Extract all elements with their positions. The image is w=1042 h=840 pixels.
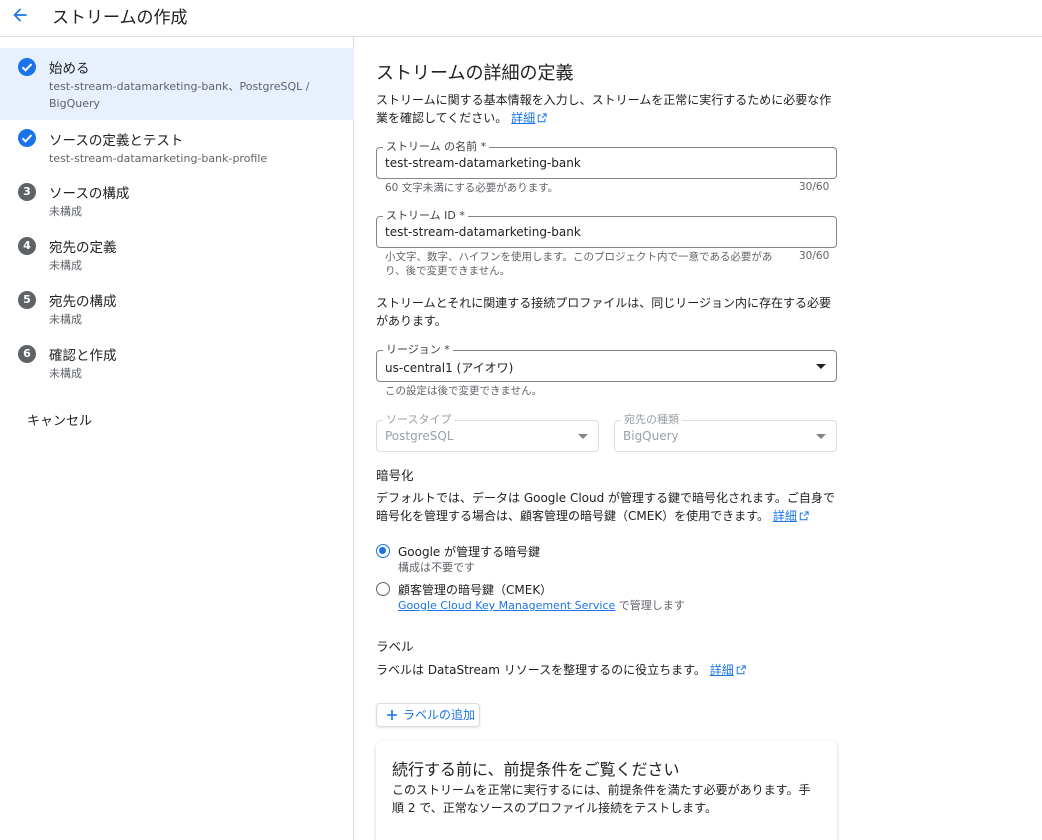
encryption-heading: 暗号化	[376, 468, 414, 483]
cmek-sub: Google Cloud Key Management Service で管理し…	[398, 599, 685, 612]
google-managed-key-sub: 構成は不要です	[398, 561, 475, 574]
plus-icon	[387, 710, 397, 720]
source-type-value: PostgreSQL	[385, 429, 454, 443]
top-bar: ストリームの作成	[0, 0, 1042, 37]
check-circle-icon	[18, 58, 36, 76]
step-get-started[interactable]: 始める test-stream-datamarketing-bank、Postg…	[0, 48, 354, 120]
stream-id-input[interactable]: test-stream-datamarketing-bank	[385, 225, 581, 239]
labels-heading: ラベル	[376, 639, 414, 654]
step-label: ソースの定義とテスト	[49, 133, 184, 149]
stream-id-counter: 30/60	[799, 250, 830, 262]
kms-link[interactable]: Google Cloud Key Management Service	[398, 599, 615, 612]
open-in-new-icon	[799, 511, 809, 521]
field-label: リージョン *	[383, 343, 453, 356]
prerequisites-card: 続行する前に、前提条件をご覧ください このストリームを正常に実行するには、前提条…	[376, 741, 837, 840]
prerequisites-title: 続行する前に、前提条件をご覧ください	[392, 760, 680, 779]
encryption-details-link[interactable]: 詳細	[773, 509, 797, 523]
region-select[interactable]: リージョン * us-central1 (アイオワ)	[376, 343, 837, 382]
details-link[interactable]: 詳細	[511, 111, 535, 125]
stream-name-hint: 60 文字未満にする必要があります。	[385, 182, 559, 194]
step-number-icon: 5	[17, 290, 37, 310]
cancel-button[interactable]: キャンセル	[27, 410, 92, 429]
dropdown-arrow-icon	[816, 364, 826, 369]
step-number-icon: 4	[17, 236, 37, 256]
destination-type-value: BigQuery	[623, 429, 679, 443]
stepper-sidebar: 始める test-stream-datamarketing-bank、Postg…	[0, 37, 354, 840]
page-title: ストリームの作成	[52, 8, 188, 28]
step-label: ソースの構成	[49, 186, 130, 202]
check-circle-icon	[18, 129, 36, 147]
step-define-source[interactable]: ソースの定義とテスト test-stream-datamarketing-ban…	[0, 127, 354, 167]
step-label: 宛先の定義	[49, 240, 117, 256]
stream-id-field[interactable]: ストリーム ID * test-stream-datamarketing-ban…	[376, 209, 837, 248]
step-configure-destination[interactable]: 5 宛先の構成 未構成	[0, 290, 354, 328]
step-label: 始める	[49, 61, 90, 77]
add-label-button[interactable]: ラベルの追加	[376, 703, 480, 727]
step-status: 未構成	[49, 259, 82, 272]
step-configure-source[interactable]: 3 ソースの構成 未構成	[0, 182, 354, 220]
region-hint: この設定は後で変更できません。	[385, 385, 543, 397]
step-number-icon: 3	[17, 182, 37, 202]
section-title: ストリームの詳細の定義	[376, 63, 574, 84]
stream-name-field[interactable]: ストリーム の名前 * test-stream-datamarketing-ba…	[376, 140, 837, 179]
step-status: 未構成	[49, 313, 82, 326]
cmek-label: 顧客管理の暗号鍵（CMEK）	[398, 583, 553, 597]
intro-text: ストリームに関する基本情報を入力し、ストリームを正常に実行するために必要な作業を…	[376, 93, 832, 125]
encryption-desc: デフォルトでは、データは Google Cloud が管理する鍵で暗号化されます…	[376, 491, 835, 523]
step-summary: test-stream-datamarketing-bank、PostgreSQ…	[49, 80, 310, 110]
region-note: ストリームとそれに関連する接続プロファイルは、同じリージョン内に存在する必要があ…	[376, 296, 832, 328]
step-number-icon: 6	[17, 344, 37, 364]
google-managed-key-radio[interactable]	[376, 544, 390, 558]
field-label: ストリーム ID *	[383, 209, 468, 222]
arrow-back-icon[interactable]	[10, 5, 30, 25]
prerequisites-body: このストリームを正常に実行するには、前提条件を満たす必要があります。手順 2 で…	[392, 783, 811, 815]
stream-name-counter: 30/60	[799, 181, 830, 193]
step-summary: test-stream-datamarketing-bank-profile	[49, 152, 268, 165]
labels-details-link[interactable]: 詳細	[710, 663, 734, 677]
open-in-new-icon	[537, 113, 547, 123]
step-review-create[interactable]: 6 確認と作成 未構成	[0, 344, 354, 382]
dropdown-arrow-icon	[578, 434, 588, 439]
stream-name-input[interactable]: test-stream-datamarketing-bank	[385, 156, 581, 170]
step-define-destination[interactable]: 4 宛先の定義 未構成	[0, 236, 354, 274]
google-managed-key-label: Google が管理する暗号鍵	[398, 545, 541, 559]
field-label: ソースタイプ	[383, 413, 455, 426]
dropdown-arrow-icon	[816, 434, 826, 439]
region-value: us-central1 (アイオワ)	[385, 361, 514, 375]
open-in-new-icon	[736, 665, 746, 675]
step-label: 宛先の構成	[49, 294, 117, 310]
field-label: ストリーム の名前 *	[383, 140, 490, 153]
step-status: 未構成	[49, 367, 82, 380]
stream-id-hint: 小文字、数字、ハイフンを使用します。このプロジェクト内で一意である必要があり、後…	[385, 251, 773, 277]
step-status: 未構成	[49, 205, 82, 218]
field-label: 宛先の種類	[621, 413, 682, 426]
destination-type-select: 宛先の種類 BigQuery	[614, 413, 837, 452]
source-type-select: ソースタイプ PostgreSQL	[376, 413, 599, 452]
step-label: 確認と作成	[49, 348, 117, 364]
cmek-radio[interactable]	[376, 582, 390, 596]
labels-desc: ラベルは DataStream リソースを整理するのに役立ちます。 詳細	[376, 661, 838, 679]
